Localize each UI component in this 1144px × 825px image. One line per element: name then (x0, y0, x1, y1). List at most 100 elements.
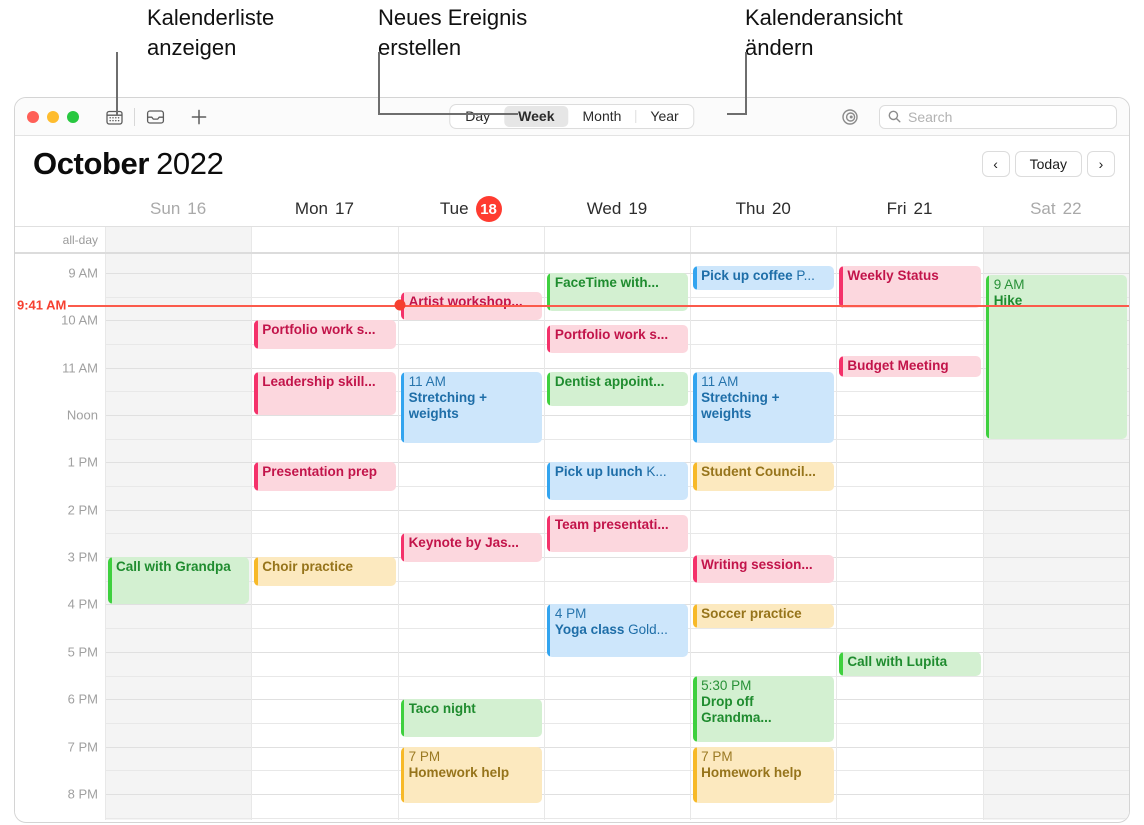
calendar-event[interactable]: Leadership skill... (254, 372, 396, 416)
day-name: Thu (735, 199, 765, 218)
hour-line (106, 699, 252, 701)
time-label: 8 PM (67, 786, 98, 802)
calendar-event[interactable]: 4 PM Yoga class Gold... (546, 604, 689, 657)
calendar-event[interactable]: Call with Lupita (839, 651, 981, 676)
half-hour-line (837, 817, 983, 819)
calendar-event[interactable]: 9 AM Hike (985, 275, 1127, 439)
all-day-cell[interactable] (836, 227, 982, 252)
all-day-cell[interactable] (690, 227, 836, 252)
today-button[interactable]: Today (1014, 151, 1082, 177)
calendar-event[interactable]: Dentist appoint... (546, 372, 689, 406)
half-hour-line (983, 486, 1129, 488)
calendar-event[interactable]: Budget Meeting (839, 355, 981, 378)
search-input[interactable]: Search (879, 104, 1117, 129)
day-column-wed[interactable]: FaceTime with... Portfolio work s... Denti… (543, 254, 691, 820)
all-day-row: all-day (15, 226, 1129, 254)
close-button[interactable] (27, 110, 39, 123)
calendar-grid-icon[interactable] (99, 104, 129, 130)
plus-icon[interactable] (184, 104, 214, 130)
half-hour-line (398, 343, 544, 345)
all-day-cell[interactable] (982, 227, 1129, 252)
day-column-sun[interactable]: Call with Grandpa (105, 254, 252, 820)
current-time-label: 9:41 AM (17, 297, 69, 313)
calendar-event[interactable]: Portfolio work s... (254, 320, 396, 349)
calendar-event[interactable]: 11 AM Stretching + weights (693, 372, 835, 444)
callout-label-calendar-list: Kalenderliste anzeigen (147, 5, 275, 60)
half-hour-line (252, 722, 398, 724)
event-title: Pick up lunch K... (554, 464, 667, 480)
day-column-tue[interactable]: Artist workshop... 11 AM Stretching + weig… (397, 254, 544, 820)
hour-line (398, 604, 544, 606)
tab-week[interactable]: Week (504, 106, 569, 127)
day-header-sun[interactable]: Sun 16 (105, 192, 251, 226)
day-name: Sun (150, 199, 181, 218)
calendar-event[interactable]: Taco night (400, 699, 542, 738)
calendar-event[interactable]: Choir practice (254, 557, 396, 586)
calendar-event[interactable]: Writing session... (693, 554, 835, 584)
day-header-tue[interactable]: Tue 18 (398, 192, 544, 226)
all-day-cell[interactable] (397, 227, 544, 252)
inbox-tray-icon[interactable] (140, 104, 170, 130)
half-hour-line (106, 817, 252, 819)
event-time: 4 PM (554, 606, 587, 622)
day-column-mon[interactable]: Portfolio work s... Leadership skill... Pr… (251, 254, 398, 820)
header-year: 2022 (156, 146, 224, 181)
time-label: 11 AM (62, 360, 98, 376)
minimize-button[interactable] (47, 110, 59, 123)
calendar-event[interactable]: Keynote by Jas... (400, 533, 542, 562)
calendar-event[interactable]: Pick up coffee P... (693, 265, 835, 290)
half-hour-line (106, 296, 252, 298)
event-title: Portfolio work s... (554, 327, 669, 343)
tab-day[interactable]: Day (451, 106, 504, 127)
hour-line (106, 509, 252, 511)
event-title: Stretching + weights (408, 390, 487, 422)
airplay-share-icon[interactable] (835, 104, 865, 130)
calendar-event[interactable]: 5:30 PM Drop off Grandma... (693, 675, 835, 742)
calendar-event[interactable]: 7 PM Homework help (400, 746, 542, 804)
calendar-event[interactable]: 11 AM Stretching + weights (400, 372, 542, 444)
all-day-cell[interactable] (543, 227, 690, 252)
day-column-fri[interactable]: Weekly Status Budget Meeting Call with Lup… (836, 254, 983, 820)
calendar-event[interactable]: 7 PM Homework help (693, 746, 835, 804)
time-label: 4 PM (67, 596, 98, 612)
half-hour-line (691, 533, 837, 535)
event-title: FaceTime with... (554, 274, 659, 290)
view-switcher[interactable]: Day Week Month Year (449, 104, 695, 129)
calendar-event[interactable]: Student Council... (693, 462, 835, 491)
calendar-event[interactable]: Presentation prep (254, 462, 396, 491)
calendar-event[interactable]: Call with Grandpa (108, 557, 250, 605)
zoom-button[interactable] (67, 110, 79, 123)
day-column-thu[interactable]: Pick up coffee P... 11 AM Stretching + wei… (690, 254, 837, 820)
half-hour-line (837, 533, 983, 535)
hour-line (837, 320, 983, 322)
calendar-event[interactable]: Team presentati... (546, 514, 689, 553)
tab-month[interactable]: Month (569, 106, 636, 127)
day-header-thu[interactable]: Thu 20 (690, 192, 836, 226)
calendar-event[interactable]: Portfolio work s... (546, 325, 689, 354)
calendar-event[interactable]: Pick up lunch K... (546, 462, 689, 501)
previous-week-button[interactable]: ‹ (981, 151, 1010, 177)
event-time: 7 PM (408, 748, 441, 764)
half-hour-line (106, 675, 252, 677)
all-day-cell[interactable] (251, 227, 397, 252)
next-week-button[interactable]: › (1087, 151, 1115, 177)
calendar-event[interactable]: Weekly Status (839, 265, 981, 309)
day-header-wed[interactable]: Wed 19 (544, 192, 690, 226)
day-header-mon[interactable]: Mon 17 (251, 192, 397, 226)
day-header-fri[interactable]: Fri 21 (836, 192, 982, 226)
day-column-sat[interactable]: 9 AM Hike (982, 254, 1129, 820)
event-title: Artist workshop... (408, 293, 523, 309)
day-date: 16 (187, 199, 207, 218)
hour-line (398, 320, 544, 322)
hour-line (106, 367, 252, 369)
event-title: Drop off Grandma... (701, 693, 772, 725)
all-day-label: all-day (62, 232, 98, 247)
tab-year[interactable]: Year (636, 106, 692, 127)
calendar-event[interactable]: Soccer practice (693, 604, 835, 629)
event-time: 7 PM (701, 748, 733, 764)
day-header-sat[interactable]: Sat 22 (983, 192, 1129, 226)
time-label: Noon (66, 407, 98, 423)
all-day-cell[interactable] (105, 227, 252, 252)
hour-line (983, 651, 1129, 653)
event-title: Presentation prep (262, 464, 378, 480)
